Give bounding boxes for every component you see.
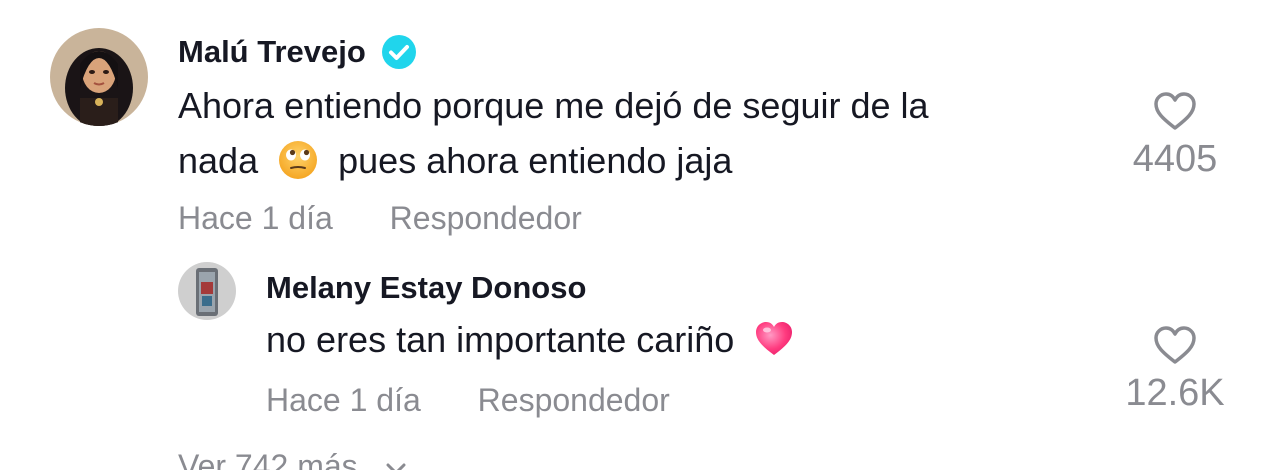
reply-button[interactable]: Respondedor xyxy=(390,200,582,236)
comment-meta: Hace 1 día Respondedor xyxy=(178,200,582,237)
reply-like-button[interactable]: 12.6K xyxy=(1120,324,1230,415)
reply-time: Hace 1 día xyxy=(266,382,421,418)
reply-avatar[interactable] xyxy=(178,262,236,320)
avatar[interactable] xyxy=(50,28,148,126)
reply-text: no eres tan importante cariño xyxy=(266,312,1066,367)
reply-text-content: no eres tan importante cariño xyxy=(266,319,735,360)
chevron-down-icon xyxy=(386,463,406,470)
like-count: 4405 xyxy=(1132,138,1218,180)
rolling-eyes-emoji-icon xyxy=(278,140,318,180)
reply-username-label: Melany Estay Donoso xyxy=(266,270,587,305)
username-label: Malú Trevejo xyxy=(178,34,366,69)
comment-text-part1: nada xyxy=(178,140,259,181)
comment-text-line2: nada pues ahora entiendo jaja xyxy=(178,133,1078,188)
comment-text-part2: pues ahora entiendo jaja xyxy=(338,140,733,181)
comment-text-line1: Ahora entiendo porque me dejó de seguir … xyxy=(178,85,929,126)
heart-outline-icon xyxy=(1154,326,1196,364)
comment-text: Ahora entiendo porque me dejó de seguir … xyxy=(178,78,1078,188)
pink-heart-emoji-icon xyxy=(754,319,794,359)
reply-reply-button[interactable]: Respondedor xyxy=(478,382,670,418)
reply-username[interactable]: Melany Estay Donoso xyxy=(266,268,586,308)
view-more-replies-button[interactable]: Ver 742 más xyxy=(178,448,407,470)
comments-panel: Malú Trevejo Ahora entiendo porque me de… xyxy=(0,0,1280,470)
reply-meta: Hace 1 día Respondedor xyxy=(266,382,670,419)
verified-badge-icon xyxy=(381,35,416,69)
reply-like-count: 12.6K xyxy=(1125,372,1225,414)
comment-time: Hace 1 día xyxy=(178,200,333,236)
view-more-label: Ver 742 más xyxy=(178,448,358,470)
heart-outline-icon xyxy=(1154,92,1196,130)
comment-username[interactable]: Malú Trevejo xyxy=(178,32,416,72)
like-button[interactable]: 4405 xyxy=(1120,90,1230,181)
